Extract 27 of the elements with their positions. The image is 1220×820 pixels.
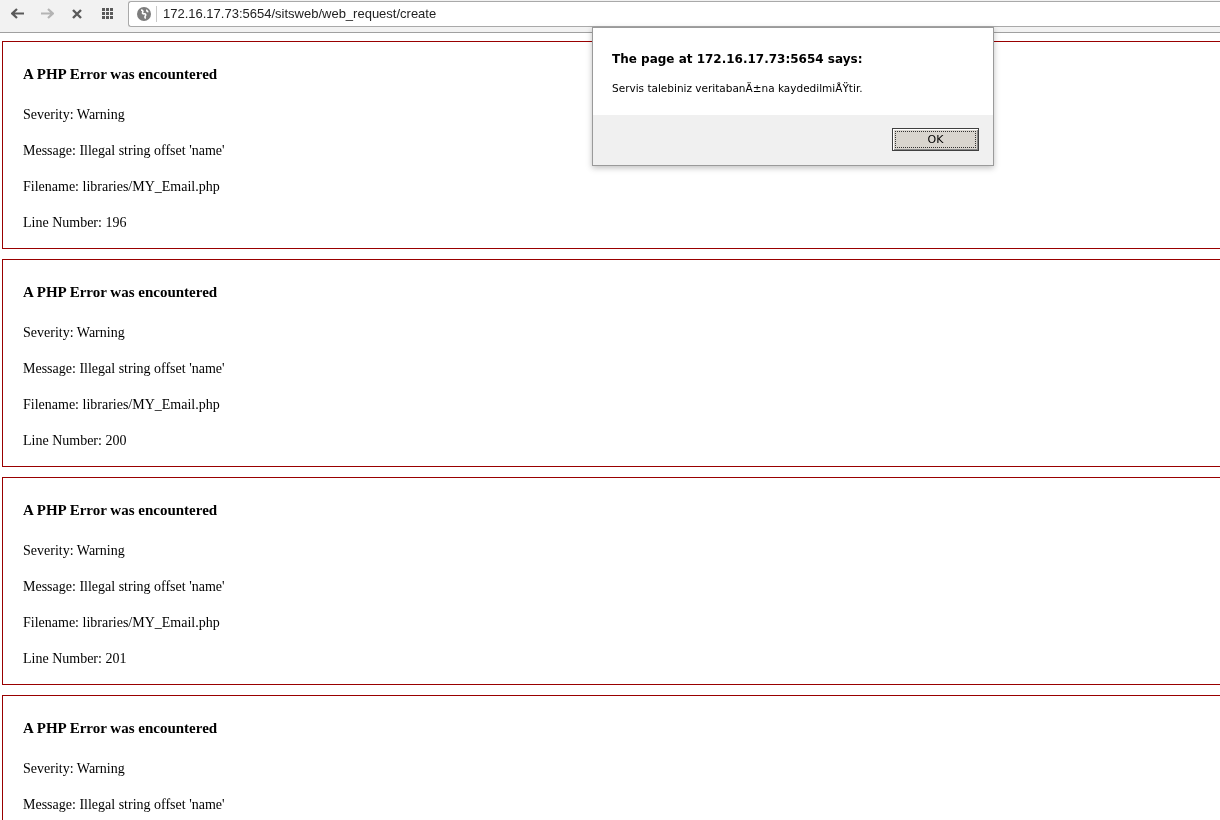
error-text: Filename: libraries/MY_Email.php [23,396,221,414]
error-text: Severity: Warning [23,324,126,342]
error-text: Severity: Warning [23,106,126,124]
error-text: Line Number: 196 [23,214,128,232]
error-heading: A PHP Error was encountered [23,501,219,519]
error-heading: A PHP Error was encountered [23,65,219,83]
back-arrow-icon [10,8,24,19]
error-text: Severity: Warning [23,760,126,778]
close-icon [72,8,82,19]
globe-icon [137,7,151,21]
error-text: Message: Illegal string offset 'name' [23,360,226,378]
grid-icon [101,8,113,19]
error-text: Message: Illegal string offset 'name' [23,142,226,160]
error-heading: A PHP Error was encountered [23,719,219,737]
ok-button[interactable]: OK [892,128,979,151]
address-bar[interactable]: 172.16.17.73:5654/sitsweb/web_request/create [128,1,1220,27]
error-text: Message: Illegal string offset 'name' [23,578,226,596]
error-text: Line Number: 201 [23,650,128,668]
error-text: Severity: Warning [23,542,126,560]
forward-arrow-icon [40,8,54,19]
error-text: Line Number: 200 [23,432,128,450]
dialog-title: The page at 172.16.17.73:5654 says: [612,52,864,67]
error-text: Filename: libraries/MY_Email.php [23,178,221,196]
error-heading: A PHP Error was encountered [23,283,219,301]
error-text: Message: Illegal string offset 'name' [23,796,226,814]
error-text: Filename: libraries/MY_Email.php [23,614,221,632]
dialog-message: Servis talebiniz veritabanÄ±na kaydedilmiÅŸtir. [612,81,864,95]
